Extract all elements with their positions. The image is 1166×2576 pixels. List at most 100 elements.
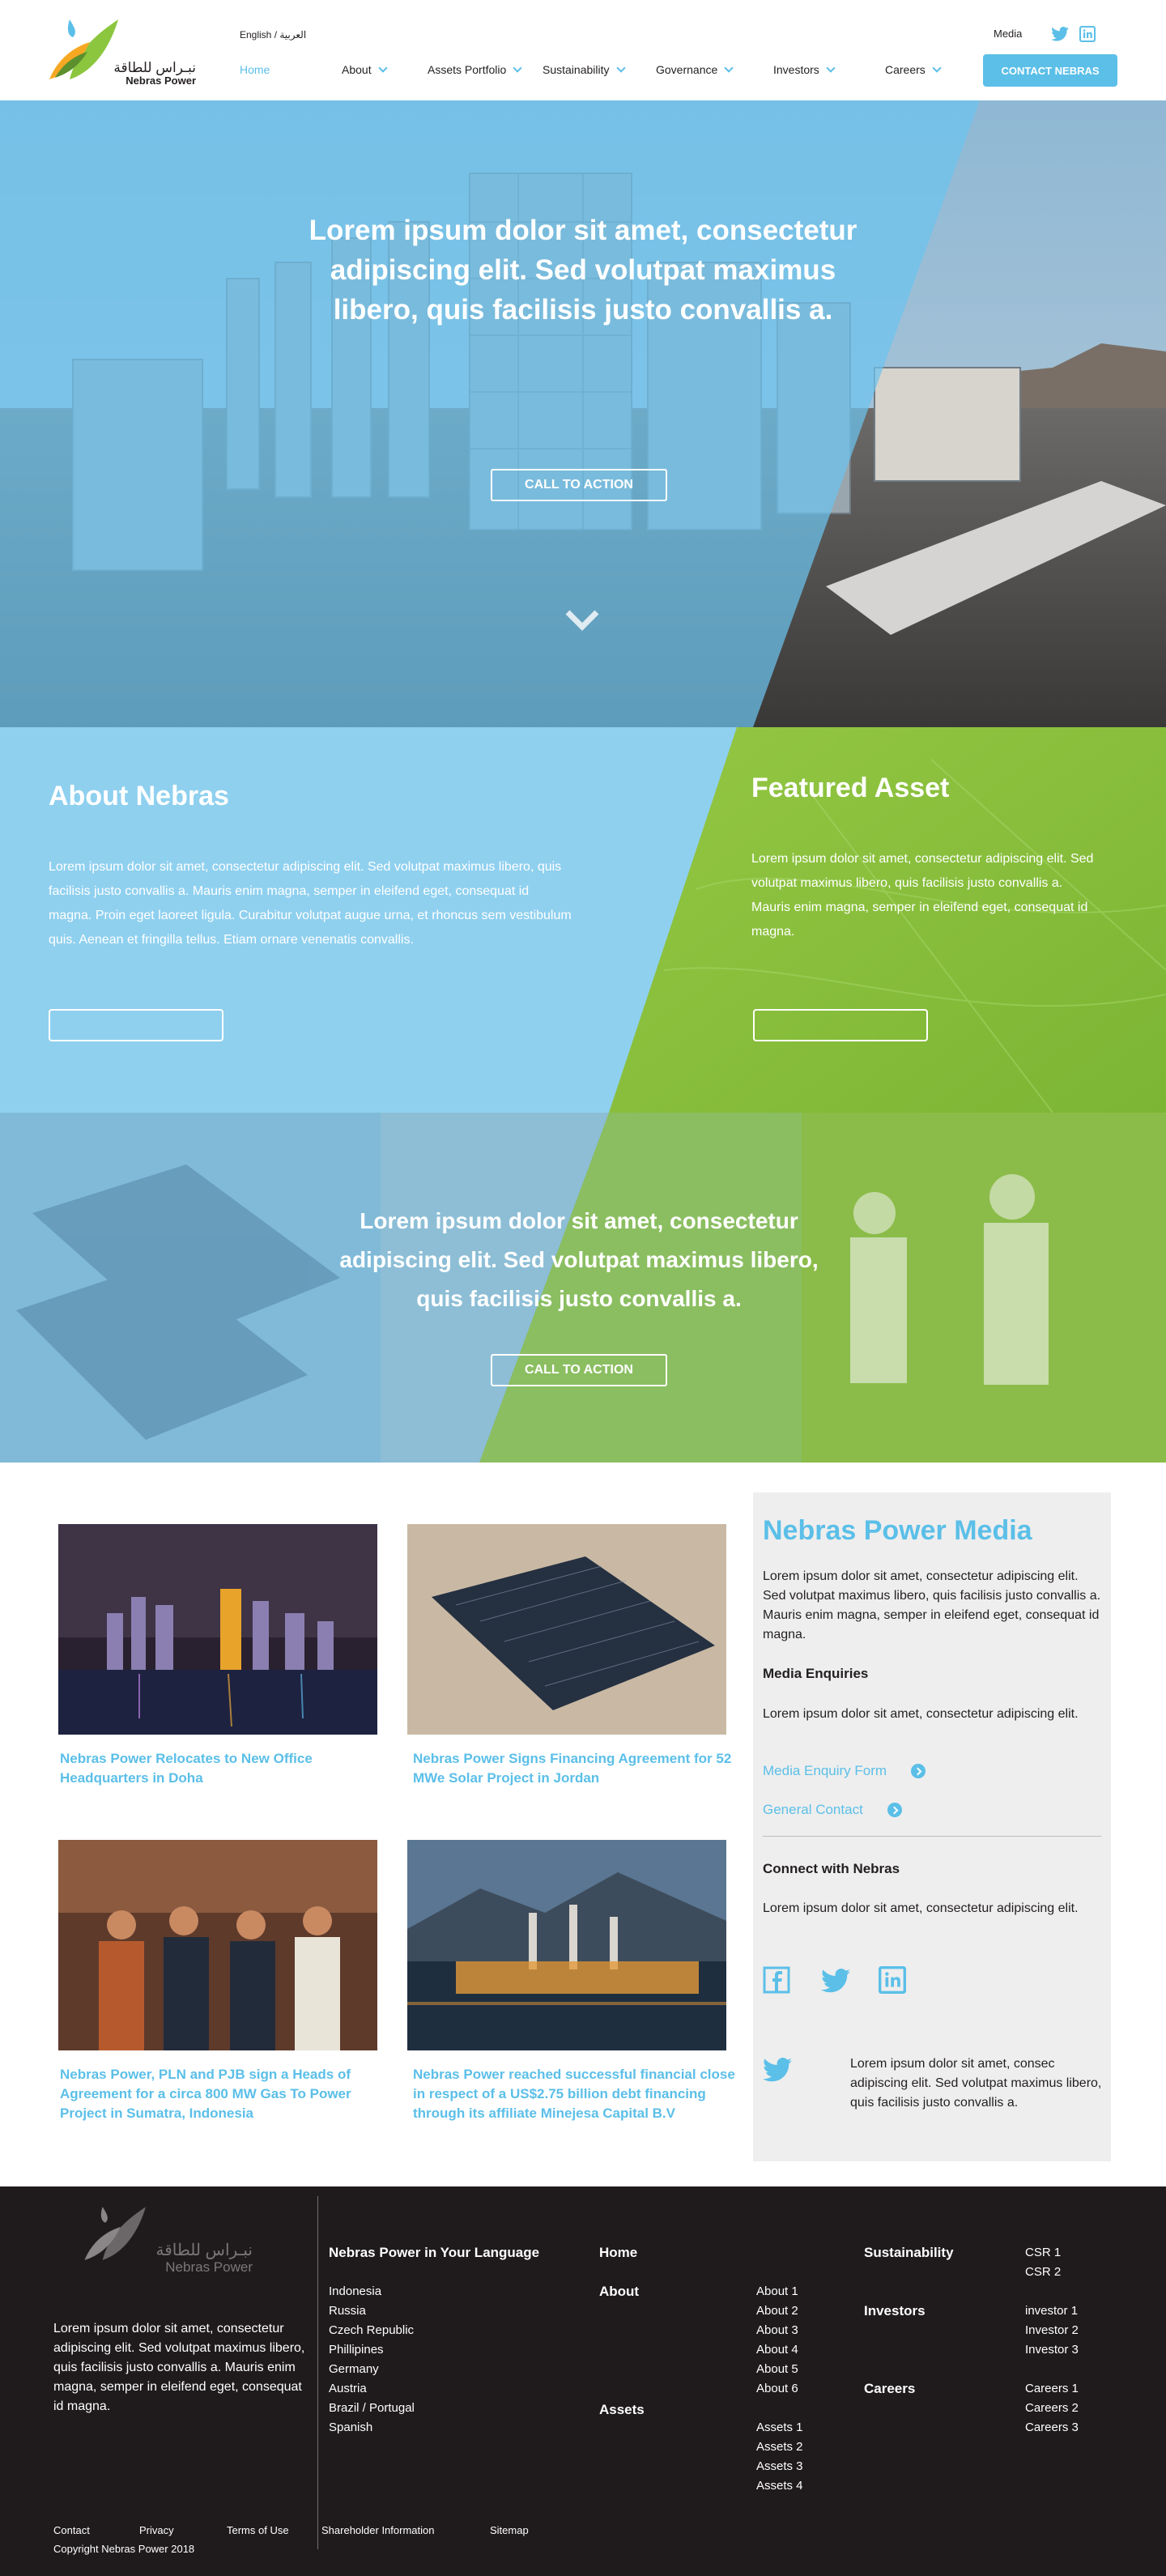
footer-privacy-link[interactable]: Privacy xyxy=(139,2524,174,2536)
site-header: نبـراس للطاقة Nebras Power English / الع… xyxy=(0,0,1166,100)
scroll-down-chevron-icon[interactable] xyxy=(564,609,600,632)
footer-assets-link[interactable]: Assets 2 xyxy=(756,2438,803,2457)
footer-home-link[interactable]: Home xyxy=(599,2245,637,2261)
nav-governance[interactable]: Governance xyxy=(656,63,734,76)
hero-call-to-action-button[interactable]: CALL TO ACTION xyxy=(491,469,667,501)
nav-assets-label: Assets Portfolio xyxy=(428,63,507,76)
news-image-signing[interactable] xyxy=(58,1840,377,2050)
news-caption-3[interactable]: Nebras Power, PLN and PJB sign a Heads o… xyxy=(60,2065,384,2123)
banner2-call-to-action-button[interactable]: CALL TO ACTION xyxy=(491,1354,667,1386)
media-link[interactable]: Media xyxy=(994,28,1022,40)
footer-language-link[interactable]: Czech Republic xyxy=(329,2321,415,2340)
footer-investors-heading[interactable]: Investors xyxy=(864,2303,926,2319)
chevron-down-icon xyxy=(513,63,522,73)
facebook-icon[interactable] xyxy=(763,1966,790,1994)
footer-language-list: Indonesia Russia Czech Republic Phillipi… xyxy=(329,2282,415,2438)
news-caption-1[interactable]: Nebras Power Relocates to New Office Hea… xyxy=(60,1749,351,1788)
media-enquiries-text: Lorem ipsum dolor sit amet, consectetur … xyxy=(763,1707,1079,1721)
latest-tweet-text: Lorem ipsum dolor sit amet, consec adipi… xyxy=(850,2057,1102,2110)
nav-careers[interactable]: Careers xyxy=(885,63,942,76)
footer-assets-heading[interactable]: Assets xyxy=(599,2402,645,2418)
footer-about-heading[interactable]: About xyxy=(599,2284,639,2300)
nav-home-label: Home xyxy=(240,63,270,76)
arrow-right-icon xyxy=(887,1803,902,1817)
hero-power-plant-image xyxy=(0,100,1166,727)
footer-investor-links: investor 1 Investor 2 Investor 3 xyxy=(1025,2301,1079,2360)
footer-contact-link[interactable]: Contact xyxy=(53,2524,90,2536)
footer-language-title: Nebras Power in Your Language xyxy=(329,2245,540,2260)
footer-language-link[interactable]: Brazil / Portugal xyxy=(329,2399,415,2418)
lang-english-link[interactable]: English / xyxy=(240,29,277,40)
nav-investors-label: Investors xyxy=(773,63,819,76)
footer-shareholder-link[interactable]: Shareholder Information xyxy=(321,2524,434,2536)
twitter-icon[interactable] xyxy=(1051,27,1069,41)
chevron-down-icon xyxy=(932,63,942,73)
nav-investors[interactable]: Investors xyxy=(773,63,836,76)
media-enquiries-title: Media Enquiries xyxy=(763,1666,869,1681)
footer-career-link[interactable]: Careers 3 xyxy=(1025,2418,1079,2438)
footer-logo[interactable]: نبـراس للطاقة Nebras Power xyxy=(81,2201,259,2290)
nav-assets-portfolio[interactable]: Assets Portfolio xyxy=(428,63,522,76)
news-caption-2[interactable]: Nebras Power Signs Financing Agreement f… xyxy=(413,1749,734,1788)
footer-investor-link[interactable]: Investor 3 xyxy=(1025,2340,1079,2360)
footer-csr-link[interactable]: CSR 2 xyxy=(1025,2263,1061,2282)
section-background-image xyxy=(0,727,1166,1463)
nav-about[interactable]: About xyxy=(342,63,388,76)
media-enquiry-form-link[interactable]: Media Enquiry Form xyxy=(763,1763,926,1779)
footer-language-link[interactable]: Germany xyxy=(329,2360,415,2379)
lang-arabic-link[interactable]: العربية xyxy=(279,29,306,40)
news-image-doha[interactable] xyxy=(58,1524,377,1735)
footer-about-link[interactable]: About 2 xyxy=(756,2301,798,2321)
nebras-logo[interactable]: نبـراس للطاقة Nebras Power xyxy=(45,15,196,89)
general-contact-label: General Contact xyxy=(763,1802,863,1817)
footer-careers-heading[interactable]: Careers xyxy=(864,2381,915,2397)
footer-about-link[interactable]: About 3 xyxy=(756,2321,798,2340)
news-caption-4[interactable]: Nebras Power reached successful financia… xyxy=(413,2065,737,2123)
nav-home[interactable]: Home xyxy=(240,63,270,76)
footer-language-link[interactable]: Russia xyxy=(329,2301,415,2321)
logo-name-text: Nebras Power xyxy=(126,75,196,87)
footer-career-link[interactable]: Careers 1 xyxy=(1025,2379,1079,2399)
footer-language-link[interactable]: Phillipines xyxy=(329,2340,415,2360)
news-image-solar[interactable] xyxy=(407,1524,726,1735)
footer-investor-link[interactable]: Investor 2 xyxy=(1025,2321,1079,2340)
footer-about-link[interactable]: About 1 xyxy=(756,2282,798,2301)
tweet-bird-icon xyxy=(763,2058,792,2082)
footer-assets-link[interactable]: Assets 1 xyxy=(756,2418,803,2438)
footer-logo-name: Nebras Power xyxy=(165,2259,253,2275)
footer-about-link[interactable]: About 4 xyxy=(756,2340,798,2360)
arrow-right-icon xyxy=(911,1764,926,1778)
twitter-icon[interactable] xyxy=(821,1969,850,1993)
nav-sustainability[interactable]: Sustainability xyxy=(543,63,626,76)
footer-csr-link[interactable]: CSR 1 xyxy=(1025,2243,1061,2263)
footer-terms-link[interactable]: Terms of Use xyxy=(227,2524,289,2536)
about-read-more-button[interactable] xyxy=(49,1009,223,1041)
media-enquiry-form-label: Media Enquiry Form xyxy=(763,1763,887,1778)
general-contact-link[interactable]: General Contact xyxy=(763,1802,902,1818)
footer-career-link[interactable]: Careers 2 xyxy=(1025,2399,1079,2418)
connect-text: Lorem ipsum dolor sit amet, consectetur … xyxy=(763,1901,1079,1915)
linkedin-icon[interactable] xyxy=(879,1966,906,1994)
footer-assets-link[interactable]: Assets 4 xyxy=(756,2476,803,2496)
footer-about-link[interactable]: About 6 xyxy=(756,2379,798,2399)
footer-sustainability-heading[interactable]: Sustainability xyxy=(864,2245,954,2261)
featured-asset-button[interactable] xyxy=(753,1009,928,1041)
footer-language-link[interactable]: Indonesia xyxy=(329,2282,415,2301)
footer-language-link[interactable]: Austria xyxy=(329,2379,415,2399)
media-panel: Nebras Power Media Lorem ipsum dolor sit… xyxy=(753,1492,1111,2161)
media-panel-intro: Lorem ipsum dolor sit amet, consectetur … xyxy=(763,1569,1101,1641)
footer-assets-links: Assets 1 Assets 2 Assets 3 Assets 4 xyxy=(756,2418,803,2496)
footer-language-link[interactable]: Spanish xyxy=(329,2418,415,2438)
logo-arabic-text: نبـراس للطاقة xyxy=(113,60,196,75)
news-image-plant-night[interactable] xyxy=(407,1840,726,2050)
footer-assets-link[interactable]: Assets 3 xyxy=(756,2457,803,2476)
footer-about-link[interactable]: About 5 xyxy=(756,2360,798,2379)
contact-nebras-button[interactable]: CONTACT NEBRAS xyxy=(983,54,1117,87)
site-footer: نبـراس للطاقة Nebras Power Lorem ipsum d… xyxy=(0,2186,1166,2576)
linkedin-icon[interactable] xyxy=(1079,26,1096,42)
footer-sitemap-link[interactable]: Sitemap xyxy=(490,2524,529,2536)
nav-sustainability-label: Sustainability xyxy=(543,63,610,76)
footer-investor-link[interactable]: investor 1 xyxy=(1025,2301,1079,2321)
chevron-down-icon xyxy=(615,63,626,73)
about-featured-section: About Nebras Lorem ipsum dolor sit amet,… xyxy=(0,727,1166,1463)
